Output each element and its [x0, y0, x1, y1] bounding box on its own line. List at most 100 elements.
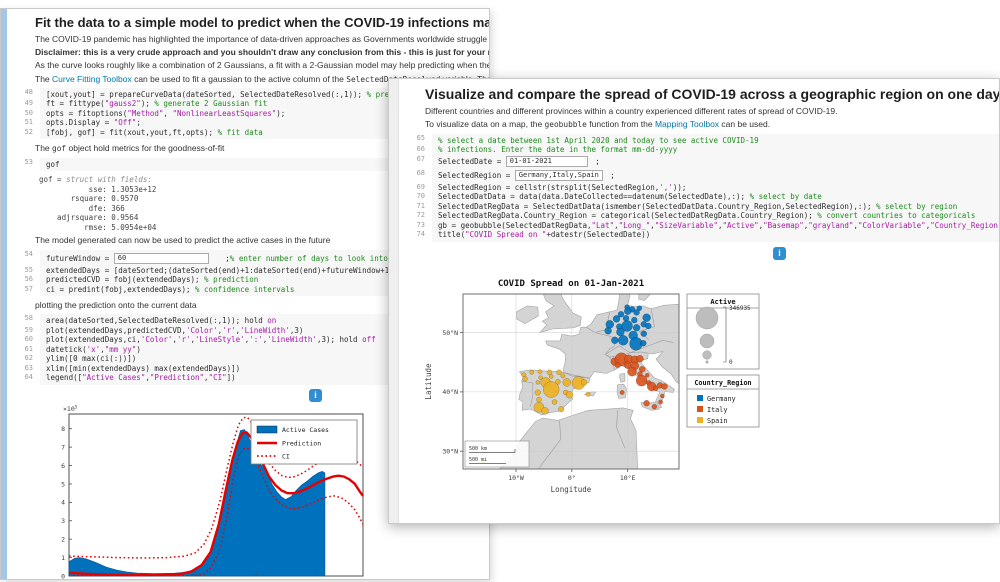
- geobubble-map: COVID Spread on 01-Jan-2021500 km500 mi5…: [421, 261, 851, 511]
- legend-label: Spain: [707, 417, 727, 425]
- desktop: Fit the data to a simple model to predic…: [0, 0, 1000, 582]
- bubble-germany: [641, 330, 647, 336]
- bubble-germany: [624, 307, 631, 314]
- legend-label: Active Cases: [282, 426, 329, 434]
- bubble-spain: [538, 369, 542, 373]
- line-number: 51: [9, 118, 40, 128]
- info-icon[interactable]: i: [309, 389, 322, 402]
- bubble-germany: [643, 313, 651, 321]
- inline-link[interactable]: Mapping Toolbox: [655, 119, 719, 129]
- svg-text:4: 4: [61, 498, 65, 506]
- bubble-italy: [662, 383, 668, 389]
- code-block-geobubble[interactable]: 65% select a date between 1st April 2020…: [401, 134, 999, 242]
- line-number: 49: [9, 99, 40, 109]
- bubble-spain: [536, 397, 541, 402]
- svg-text:04-20: 04-20: [59, 579, 79, 580]
- lat-tick: 40°N: [442, 388, 458, 396]
- line-number: 65: [401, 134, 432, 146]
- bubble-spain: [586, 392, 590, 396]
- legend-label: Prediction: [282, 439, 321, 447]
- bubble-spain: [581, 379, 587, 385]
- size-legend-min: 0: [729, 359, 733, 366]
- bubble-spain: [566, 391, 573, 398]
- bubble-germany: [616, 328, 624, 336]
- line-number: 55: [9, 266, 40, 276]
- svg-text:5: 5: [61, 480, 65, 488]
- bubble-germany: [640, 340, 646, 346]
- code-line[interactable]: SelectedDatRegData = SelectedDatData(ism…: [432, 202, 999, 212]
- svg-text:500 km: 500 km: [469, 446, 487, 452]
- bubble-italy: [652, 404, 657, 409]
- lon-tick: 10°W: [508, 474, 524, 482]
- code-line[interactable]: SelectedDate = 01-01-2021 ;: [432, 155, 999, 169]
- bubble-germany: [606, 320, 614, 328]
- bubble-germany: [605, 327, 612, 334]
- prediction-chart: 01234567804-2007-2010-2001-2104-21×1055A…: [43, 404, 377, 580]
- inline-code-input[interactable]: 01-01-2021: [506, 156, 588, 167]
- line-number: 67: [401, 155, 432, 169]
- bubble-germany: [631, 317, 637, 323]
- inline-link[interactable]: Curve Fitting Toolbox: [52, 74, 132, 84]
- legend-label: CI: [282, 452, 290, 460]
- bubble-germany: [645, 323, 651, 329]
- bubble-spain: [557, 369, 562, 374]
- line-number: 64: [9, 373, 40, 385]
- code-line[interactable]: SelectedDatRegData.Country_Region = cate…: [432, 211, 999, 221]
- legend-swatch-spain: [697, 417, 703, 423]
- bubble-germany: [633, 324, 640, 331]
- legend-swatch-germany: [697, 395, 703, 401]
- line-number: 69: [401, 183, 432, 193]
- line-number: 59: [9, 326, 40, 336]
- bubble-spain: [523, 376, 528, 381]
- right-paragraph-1: Different countries and different provin…: [401, 106, 999, 116]
- inline-code-input[interactable]: Germany,Italy,Spain: [515, 170, 603, 181]
- map-figure-header: i: [401, 246, 999, 261]
- bubble-italy: [658, 399, 662, 403]
- code-line[interactable]: gb = geobubble(SelectedDatRegData,"Lat",…: [432, 221, 999, 231]
- line-number: 53: [9, 158, 40, 172]
- bubble-italy: [644, 400, 650, 406]
- x-axis-label: Longitude: [551, 485, 592, 494]
- code-line[interactable]: SelectedDatData = data(data.DateCollecte…: [432, 192, 999, 202]
- svg-text:7: 7: [61, 443, 65, 451]
- code-line[interactable]: title("COVID Spread on "+datestr(Selecte…: [432, 230, 999, 242]
- line-number: 70: [401, 192, 432, 202]
- svg-text:6: 6: [61, 462, 65, 470]
- bubble-spain: [543, 381, 559, 397]
- code-line[interactable]: % infections. Enter the date in the form…: [432, 145, 999, 155]
- bubble-germany: [613, 315, 620, 322]
- right-paragraph-2: To visualize data on a map, the geobubbl…: [401, 119, 999, 129]
- y-axis-label: Latitude: [424, 363, 433, 400]
- left-paragraph-2: As the curve looks roughly like a combin…: [9, 60, 489, 70]
- code-line[interactable]: SelectedRegion = cellstr(strsplit(Select…: [432, 183, 999, 193]
- line-number: 63: [9, 364, 40, 374]
- inline-code-input[interactable]: 60: [114, 253, 209, 264]
- info-icon[interactable]: i: [773, 247, 786, 260]
- svg-text:8: 8: [61, 425, 65, 433]
- line-number: 57: [9, 285, 40, 297]
- bubble-italy: [615, 362, 620, 367]
- code-line[interactable]: % select a date between 1st April 2020 a…: [432, 134, 999, 146]
- code-line[interactable]: SelectedRegion = Germany,Italy,Spain ;: [432, 169, 999, 183]
- bubble-spain: [536, 380, 540, 384]
- bubble-germany: [611, 336, 618, 343]
- line-number: 74: [401, 230, 432, 242]
- svg-text:1: 1: [61, 554, 65, 562]
- bubble-italy: [660, 394, 664, 398]
- line-number: 62: [9, 354, 40, 364]
- bubble-italy: [636, 375, 647, 386]
- map-scalebar: [465, 441, 529, 467]
- y-axis-exponent: ×105: [63, 404, 78, 413]
- right-page-title: Visualize and compare the spread of COVI…: [425, 86, 999, 102]
- svg-text:Country_Region: Country_Region: [694, 379, 751, 387]
- line-number: 68: [401, 169, 432, 183]
- bubble-spain: [547, 369, 552, 374]
- bubble-germany: [634, 309, 640, 315]
- line-number: 50: [9, 109, 40, 119]
- line-number: 60: [9, 335, 40, 345]
- left-paragraph-1: The COVID-19 pandemic has highlighted th…: [9, 34, 489, 44]
- right-livescript-window: Visualize and compare the spread of COVI…: [388, 78, 1000, 524]
- map-title: COVID Spread on 01-Jan-2021: [498, 279, 644, 289]
- line-number: 66: [401, 145, 432, 155]
- svg-text:04-21: 04-21: [308, 579, 328, 580]
